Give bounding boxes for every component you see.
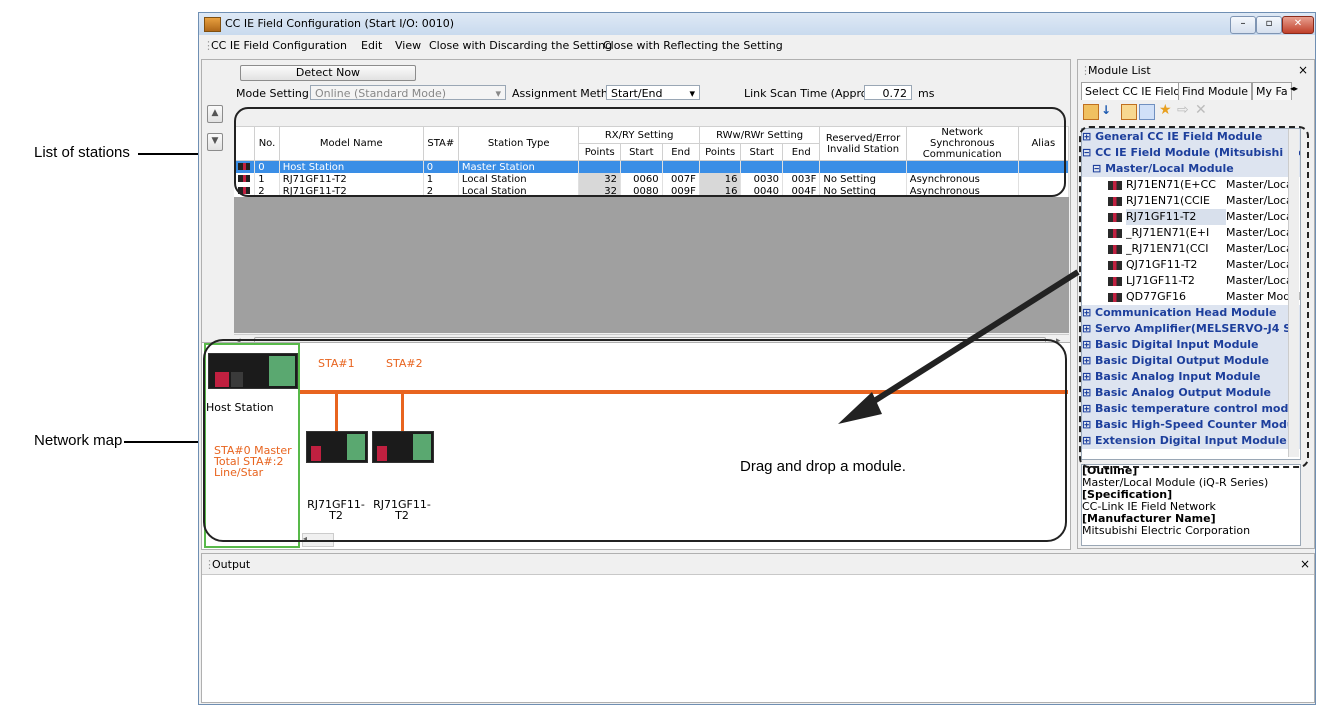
output-header: ⋮ Output × bbox=[202, 554, 1314, 575]
chevron-down-icon: ▾ bbox=[495, 87, 501, 100]
add-favorite-icon[interactable]: ⇨ bbox=[1177, 102, 1189, 118]
link-scan-unit: ms bbox=[918, 87, 935, 100]
menu-bar: ⋮ CC IE Field Configuration Edit View Cl… bbox=[199, 35, 1315, 55]
menu-view[interactable]: View bbox=[395, 39, 421, 52]
detect-now-button[interactable]: Detect Now bbox=[240, 65, 416, 81]
callout-line bbox=[124, 441, 204, 443]
mode-setting-select[interactable]: Online (Standard Mode) ▾ bbox=[310, 85, 506, 100]
move-up-button[interactable]: ▲ bbox=[207, 105, 223, 123]
annotation-module-list-outline bbox=[1079, 126, 1309, 468]
collapse-icon[interactable] bbox=[1139, 104, 1155, 120]
maximize-button[interactable]: ▫ bbox=[1256, 16, 1282, 34]
module-description: [Outline] Master/Local Module (iQ-R Seri… bbox=[1081, 464, 1301, 546]
menu-close-discard[interactable]: Close with Discarding the Setting bbox=[429, 39, 612, 52]
sort-az-icon[interactable]: ↓ bbox=[1101, 103, 1111, 117]
tab-find-module[interactable]: Find Module bbox=[1178, 82, 1253, 100]
menu-cc-ie-field[interactable]: CC IE Field Configuration bbox=[211, 39, 347, 52]
module-list-toolbar: ↓ ★ ⇨ ✕ bbox=[1081, 102, 1301, 122]
tab-my-favorites[interactable]: My Fa bbox=[1252, 82, 1292, 100]
sort-category-icon[interactable] bbox=[1083, 104, 1099, 120]
output-pane: ⋮ Output × bbox=[201, 553, 1315, 703]
assignment-method-select[interactable]: Start/End ▾ bbox=[606, 85, 700, 100]
minimize-button[interactable]: – bbox=[1230, 16, 1256, 34]
module-list-close[interactable]: × bbox=[1298, 63, 1308, 77]
menu-close-reflect[interactable]: Close with Reflecting the Setting bbox=[603, 39, 783, 52]
chevron-down-icon: ▾ bbox=[689, 87, 695, 100]
drag-arrow-icon bbox=[838, 269, 1080, 424]
title-bar: CC IE Field Configuration (Start I/O: 00… bbox=[199, 13, 1315, 35]
link-scan-value: 0.72 bbox=[864, 85, 912, 100]
mode-setting-label: Mode Setting: bbox=[236, 87, 313, 100]
mode-setting-value: Online (Standard Mode) bbox=[315, 87, 447, 100]
close-window-button[interactable]: ✕ bbox=[1282, 16, 1314, 34]
module-list-title: Module List bbox=[1088, 64, 1151, 77]
tab-scroll-icon[interactable]: ◂▸ bbox=[1290, 84, 1298, 93]
window-title: CC IE Field Configuration (Start I/O: 00… bbox=[225, 17, 455, 30]
callout-list-of-stations: List of stations bbox=[34, 144, 130, 161]
star-icon[interactable]: ★ bbox=[1159, 102, 1172, 118]
output-title: Output bbox=[212, 558, 251, 571]
move-down-button[interactable]: ▼ bbox=[207, 133, 223, 151]
menu-edit[interactable]: Edit bbox=[361, 39, 382, 52]
mfr-text: Mitsubishi Electric Corporation bbox=[1082, 524, 1251, 537]
callout-network-map: Network map bbox=[34, 432, 123, 449]
app-icon bbox=[204, 17, 221, 32]
annotation-station-list-outline bbox=[234, 107, 1066, 197]
delete-icon[interactable]: ✕ bbox=[1195, 102, 1207, 118]
output-close[interactable]: × bbox=[1300, 557, 1310, 571]
tab-select-cc-ie-field[interactable]: Select CC IE Field bbox=[1081, 82, 1185, 100]
expand-icon[interactable] bbox=[1121, 104, 1137, 120]
assignment-method-value: Start/End bbox=[611, 87, 663, 100]
drag-hint: Drag and drop a module. bbox=[740, 458, 906, 475]
